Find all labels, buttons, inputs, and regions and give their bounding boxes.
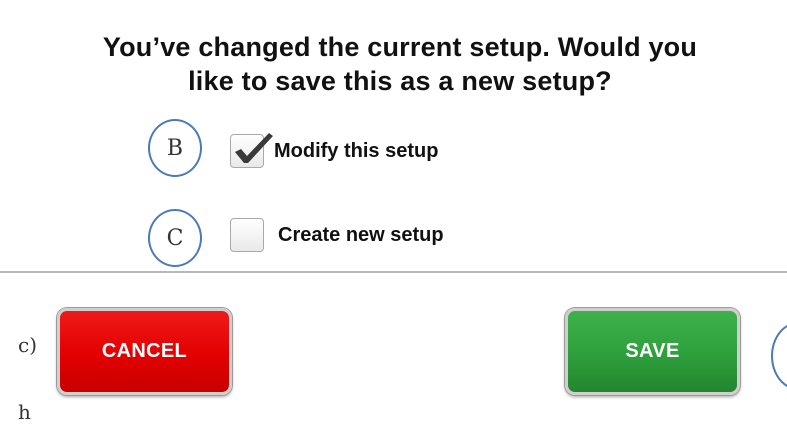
option-label-create: Create new setup [278, 223, 444, 246]
option-modify-setup[interactable]: Modify this setup [230, 133, 439, 168]
callout-d [771, 322, 787, 390]
modify-setup-checkbox[interactable] [230, 133, 273, 168]
option-label-modify: Modify this setup [274, 139, 439, 162]
save-button[interactable]: SAVE [565, 308, 740, 395]
checkmark-icon [235, 133, 273, 163]
dialog-title-line-2: like to save this as a new setup? [188, 66, 612, 96]
callout-c: C [148, 209, 202, 267]
dialog-title: You’ve changed the current setup. Would … [30, 30, 770, 98]
cancel-button[interactable]: CANCEL [57, 308, 232, 395]
divider [0, 271, 787, 273]
create-new-setup-checkbox[interactable] [230, 218, 264, 252]
dialog-title-line-1: You’ve changed the current setup. Would … [102, 32, 698, 62]
save-button-label: SAVE [625, 340, 680, 362]
edge-glyph-2: h [18, 400, 31, 424]
option-create-new-setup[interactable]: Create new setup [230, 218, 444, 252]
cancel-button-label: CANCEL [101, 340, 188, 362]
edge-glyph-1: c) [18, 333, 38, 357]
callout-b: B [148, 119, 202, 177]
